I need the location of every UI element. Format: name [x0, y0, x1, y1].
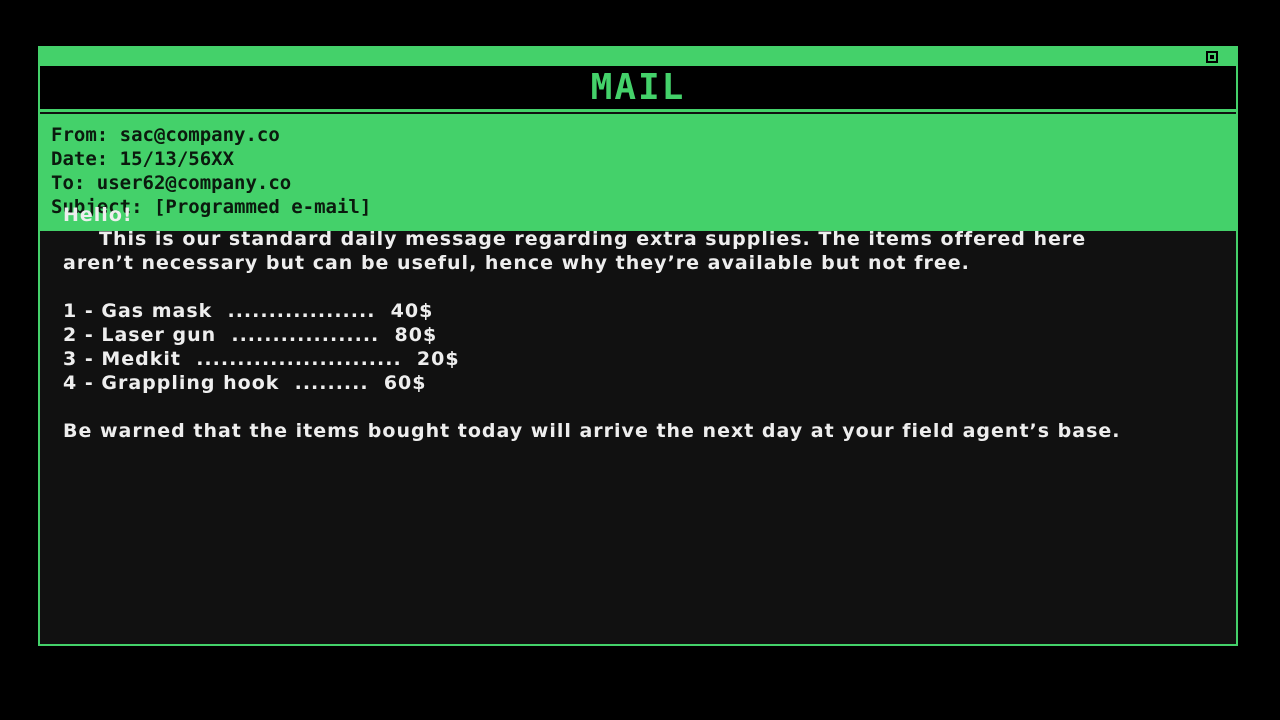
window-title: MAIL	[590, 67, 686, 108]
window-titlebar[interactable]	[40, 48, 1236, 66]
intro-paragraph: This is our standard daily message regar…	[63, 228, 1087, 274]
mail-body: Hello! This is our standard daily messag…	[63, 203, 1143, 443]
list-item: 4 - Grappling hook ......... 60$	[63, 372, 427, 394]
item-number: 3	[63, 348, 78, 370]
item-name: Medkit	[101, 348, 181, 370]
item-dots: .........................	[196, 348, 402, 370]
title-area: MAIL	[40, 66, 1236, 112]
item-price: 80$	[394, 324, 438, 346]
item-dots: .........	[294, 372, 369, 394]
item-dots: ..................	[227, 300, 376, 322]
item-name: Gas mask	[101, 300, 213, 322]
warning-paragraph: Be warned that the items bought today wi…	[63, 420, 1121, 442]
list-item: 1 - Gas mask .................. 40$	[63, 300, 434, 322]
item-price: 20$	[416, 348, 460, 370]
close-square-icon[interactable]	[1206, 51, 1218, 63]
item-price: 40$	[390, 300, 434, 322]
item-number: 4	[63, 372, 78, 394]
item-price: 60$	[383, 372, 427, 394]
from-field: From: sac@company.co	[51, 124, 280, 146]
item-name: Laser gun	[101, 324, 217, 346]
item-dots: ..................	[231, 324, 380, 346]
list-item: 3 - Medkit ......................... 20$	[63, 348, 460, 370]
greeting: Hello!	[63, 204, 133, 226]
to-field: To: user62@company.co	[51, 172, 292, 194]
list-item: 2 - Laser gun .................. 80$	[63, 324, 438, 346]
close-icon-dot	[1210, 55, 1214, 59]
date-field: Date: 15/13/56XX	[51, 148, 235, 170]
item-number: 2	[63, 324, 78, 346]
item-name: Grappling hook	[101, 372, 280, 394]
item-number: 1	[63, 300, 78, 322]
